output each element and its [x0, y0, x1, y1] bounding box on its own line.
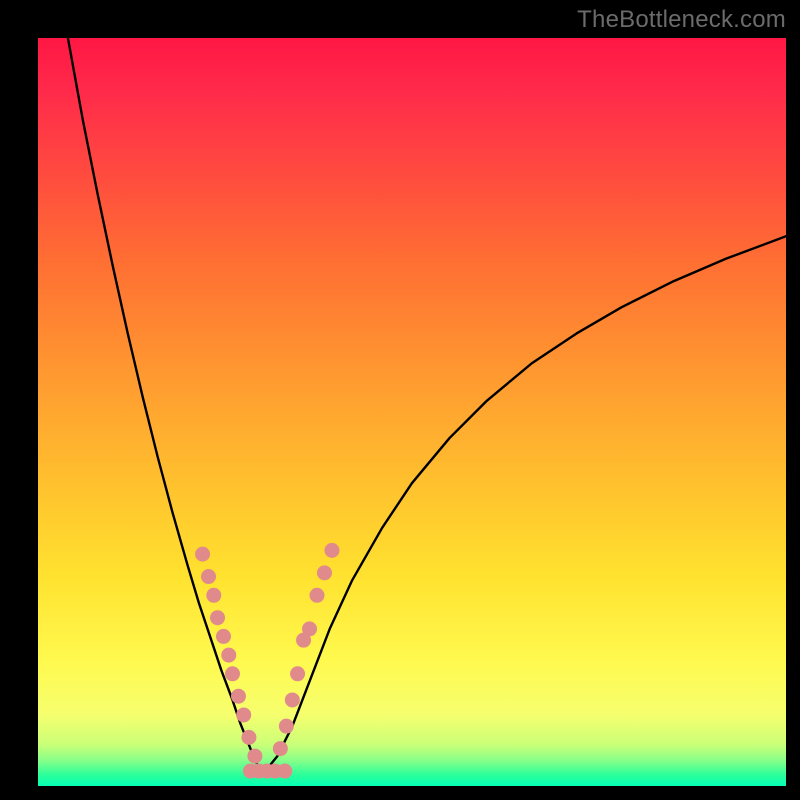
marker-point: [285, 693, 299, 707]
marker-point: [207, 588, 221, 602]
marker-point: [211, 611, 225, 625]
marker-point: [196, 547, 210, 561]
marker-point: [231, 689, 245, 703]
marker-point: [291, 667, 305, 681]
marker-point: [222, 648, 236, 662]
marker-point: [278, 764, 292, 778]
marker-point: [248, 749, 262, 763]
marker-point: [225, 667, 239, 681]
marker-point: [303, 622, 317, 636]
chart-svg: [38, 38, 786, 786]
marker-point: [310, 588, 324, 602]
marker-point: [325, 543, 339, 557]
chart-frame: TheBottleneck.com: [0, 0, 800, 800]
marker-point: [279, 719, 293, 733]
chart-plot-area: [38, 38, 786, 786]
marker-point: [217, 629, 231, 643]
marker-point: [317, 566, 331, 580]
marker-point: [202, 570, 216, 584]
watermark-text: TheBottleneck.com: [577, 6, 786, 34]
marker-point: [237, 708, 251, 722]
marker-point: [273, 742, 287, 756]
marker-point: [242, 730, 256, 744]
